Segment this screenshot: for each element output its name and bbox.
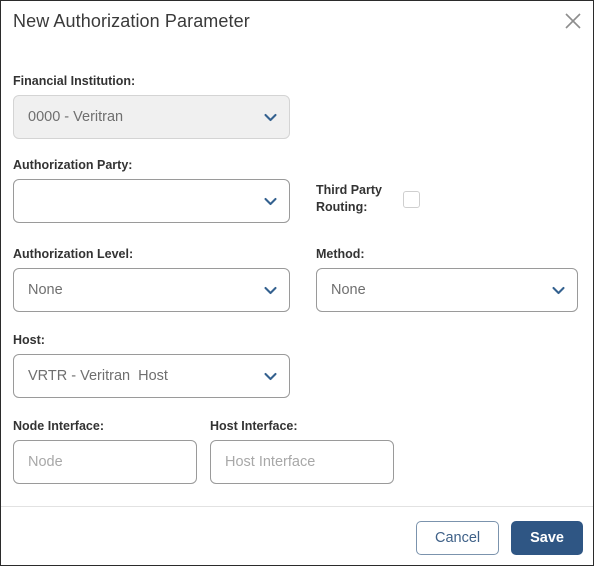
host-label: Host: bbox=[13, 333, 45, 347]
form-body: Financial Institution: 0000 - Veritran A… bbox=[1, 47, 593, 506]
node-interface-input[interactable] bbox=[13, 440, 197, 484]
financial-institution-value: 0000 - Veritran bbox=[28, 109, 124, 125]
field-host-interface: Host Interface: bbox=[210, 418, 394, 484]
field-host: Host: VRTR - Veritran Host bbox=[13, 332, 290, 398]
host-select[interactable]: VRTR - Veritran Host bbox=[13, 354, 290, 398]
dialog-header: New Authorization Parameter bbox=[1, 1, 593, 47]
field-node-interface: Node Interface: bbox=[13, 418, 197, 484]
authorization-level-select[interactable]: None bbox=[13, 268, 290, 312]
save-button[interactable]: Save bbox=[511, 521, 583, 555]
authorization-level-value: None bbox=[28, 282, 63, 298]
field-authorization-level: Authorization Level: None bbox=[13, 246, 290, 312]
authorization-level-label: Authorization Level: bbox=[13, 247, 134, 261]
method-value: None bbox=[331, 282, 366, 298]
authorization-party-label: Authorization Party: bbox=[13, 158, 133, 172]
field-financial-institution: Financial Institution: 0000 - Veritran bbox=[13, 73, 290, 139]
method-select[interactable]: None bbox=[316, 268, 578, 312]
field-third-party-routing: Third Party Routing: bbox=[316, 182, 420, 216]
node-interface-label: Node Interface: bbox=[13, 419, 104, 433]
field-authorization-party: Authorization Party: bbox=[13, 157, 290, 223]
field-method: Method: None bbox=[316, 246, 578, 312]
new-authorization-parameter-dialog: New Authorization Parameter Financial In… bbox=[0, 0, 594, 566]
host-value: VRTR - Veritran Host bbox=[28, 368, 168, 384]
financial-institution-label: Financial Institution: bbox=[13, 74, 136, 88]
page-title: New Authorization Parameter bbox=[13, 11, 250, 31]
host-interface-label: Host Interface: bbox=[210, 419, 298, 433]
dialog-footer: Cancel Save bbox=[1, 506, 593, 565]
cancel-button[interactable]: Cancel bbox=[415, 521, 500, 555]
close-button[interactable] bbox=[559, 7, 587, 35]
third-party-routing-label: Third Party Routing: bbox=[316, 183, 382, 214]
host-interface-input[interactable] bbox=[210, 440, 394, 484]
chevron-down-icon bbox=[263, 194, 277, 208]
authorization-party-select[interactable] bbox=[13, 179, 290, 223]
method-label: Method: bbox=[316, 247, 365, 261]
financial-institution-select[interactable]: 0000 - Veritran bbox=[13, 95, 290, 139]
close-icon bbox=[563, 11, 583, 31]
third-party-routing-checkbox[interactable] bbox=[403, 190, 420, 208]
footer-actions: Cancel Save bbox=[415, 521, 583, 555]
